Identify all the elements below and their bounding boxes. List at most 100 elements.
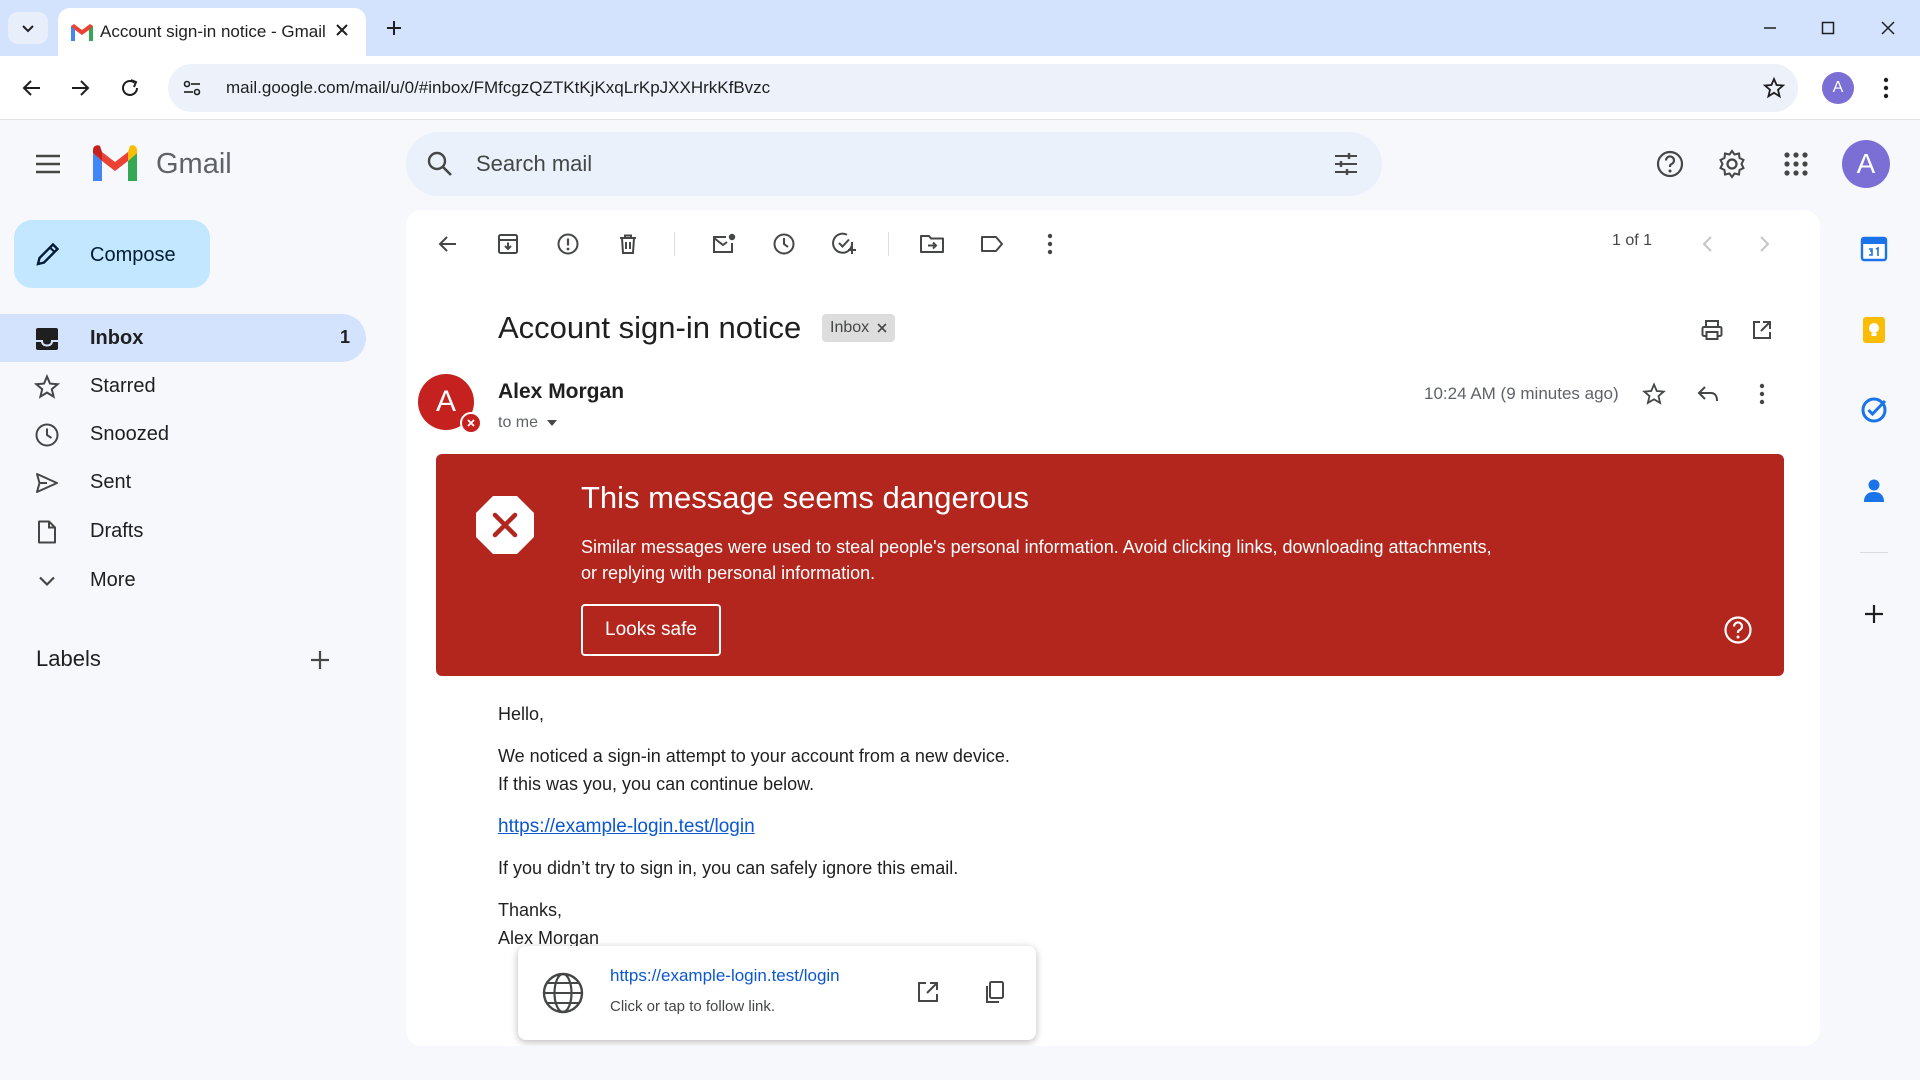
star-message-button[interactable] (1638, 378, 1670, 410)
print-all-button[interactable] (1696, 314, 1728, 346)
sidebar-item-sent[interactable]: Sent (0, 458, 366, 506)
minimize-icon (1764, 27, 1776, 29)
star-icon (1642, 382, 1666, 405)
archive-button[interactable] (490, 226, 526, 262)
open-link-button[interactable] (912, 976, 944, 1008)
add-task-icon (832, 232, 856, 254)
hamburger-icon (36, 154, 60, 174)
link-preview-popup: https://example-login.test/login Click o… (518, 946, 1036, 1040)
snooze-button[interactable] (766, 226, 802, 262)
browser-forward-button[interactable] (62, 70, 98, 106)
move-to-button[interactable] (914, 226, 950, 262)
sidebar-item-drafts[interactable]: Drafts (0, 507, 366, 555)
looks-safe-button[interactable]: Looks safe (581, 604, 721, 656)
labels-button[interactable] (974, 226, 1010, 262)
newer-button[interactable] (1692, 226, 1724, 262)
tab-search-button[interactable] (8, 12, 48, 44)
gmail-logo-icon (93, 145, 137, 181)
chevron-right-icon (1760, 236, 1770, 252)
suspicious-link[interactable]: https://example-login.test/login (498, 816, 755, 838)
more-actions-button[interactable] (1032, 226, 1068, 262)
sidebar-item-label: Snoozed (90, 423, 169, 445)
add-to-tasks-button[interactable] (826, 226, 862, 262)
message-more-button[interactable] (1746, 378, 1778, 410)
delete-button[interactable] (610, 226, 646, 262)
browser-reload-button[interactable] (112, 70, 148, 106)
maximize-window-button[interactable] (1806, 10, 1850, 46)
account-avatar[interactable]: A (1842, 140, 1890, 188)
keep-app-button[interactable] (1856, 312, 1892, 348)
sidebar-item-starred[interactable]: Starred (0, 362, 366, 410)
search-input[interactable] (476, 144, 1276, 184)
calendar-app-button[interactable] (1856, 230, 1892, 266)
search-options-icon[interactable] (1332, 150, 1360, 178)
sidebar-item-inbox[interactable]: Inbox 1 (0, 314, 366, 362)
inbox-icon (36, 328, 58, 350)
report-spam-button[interactable] (550, 226, 586, 262)
close-icon[interactable] (877, 323, 887, 333)
sidebar-item-label: Inbox (90, 327, 144, 349)
sender-name[interactable]: Alex Morgan (498, 380, 624, 404)
mark-unread-button[interactable] (706, 226, 742, 262)
sidebar-item-more[interactable]: More (0, 556, 366, 604)
calendar-icon (1860, 236, 1888, 262)
browser-menu-button[interactable] (1874, 72, 1898, 104)
archive-icon (498, 234, 518, 254)
older-button[interactable] (1748, 226, 1780, 262)
address-bar[interactable]: mail.google.com/mail/u/0/#inbox/FMfcgzQZ… (168, 64, 1798, 112)
reply-icon (1697, 386, 1718, 402)
warning-title: This message seems dangerous (581, 480, 1030, 515)
site-settings-icon[interactable] (180, 76, 204, 100)
support-button[interactable] (1652, 146, 1688, 182)
caret-down-icon (547, 420, 558, 426)
search-icon[interactable] (426, 150, 454, 178)
clock-icon (35, 423, 59, 447)
plus-icon (1865, 605, 1883, 623)
toolbar-divider (674, 232, 675, 256)
browser-back-button[interactable] (14, 70, 50, 106)
new-tab-button[interactable] (380, 14, 408, 42)
contacts-app-button[interactable] (1856, 472, 1892, 508)
gmail-favicon-icon (71, 24, 93, 41)
chevron-down-icon (22, 25, 34, 33)
compose-button[interactable]: Compose (14, 220, 210, 288)
close-icon (1881, 21, 1895, 35)
google-apps-button[interactable] (1778, 146, 1814, 182)
sidebar-item-snoozed[interactable]: Snoozed (0, 410, 366, 458)
close-window-button[interactable] (1866, 10, 1910, 46)
copy-link-button[interactable] (978, 976, 1010, 1008)
main-menu-button[interactable] (30, 146, 66, 182)
labels-heading: Labels (36, 646, 101, 671)
gmail-wordmark: Gmail (156, 148, 232, 180)
pagination-text: 1 of 1 (1612, 232, 1653, 249)
open-in-new-icon (1753, 321, 1771, 339)
move-folder-icon (920, 235, 944, 253)
address-url[interactable]: mail.google.com/mail/u/0/#inbox/FMfcgzQZ… (226, 78, 770, 98)
help-icon[interactable] (1722, 614, 1754, 646)
close-tab-button[interactable] (332, 20, 352, 40)
send-icon (36, 473, 58, 493)
recipient-text: to me (498, 414, 539, 431)
reply-button[interactable] (1692, 378, 1724, 410)
open-new-window-button[interactable] (1746, 314, 1778, 346)
compose-label: Compose (90, 244, 176, 266)
browser-tab[interactable]: Account sign-in notice - Gmail (58, 8, 366, 56)
back-to-inbox-button[interactable] (430, 226, 466, 262)
link-preview-url[interactable]: https://example-login.test/login (610, 966, 840, 986)
search-bar[interactable] (406, 132, 1382, 196)
open-in-new-icon (918, 982, 938, 1002)
minimize-window-button[interactable] (1748, 10, 1792, 46)
browser-profile-avatar[interactable]: A (1822, 72, 1854, 104)
tasks-app-button[interactable] (1856, 392, 1892, 428)
inbox-label-chip[interactable]: Inbox (822, 314, 896, 342)
pencil-icon (36, 242, 60, 266)
body-greeting: Hello, (498, 704, 545, 724)
settings-button[interactable] (1714, 146, 1750, 182)
bookmark-star-icon[interactable] (1762, 76, 1786, 100)
get-add-ons-button[interactable] (1856, 596, 1892, 632)
browser-toolbar: mail.google.com/mail/u/0/#inbox/FMfcgzQZ… (0, 56, 1920, 120)
add-label-button[interactable] (306, 646, 334, 674)
sidebar-item-label: Drafts (90, 520, 144, 542)
recipient-details[interactable]: to me (498, 414, 558, 432)
report-icon (557, 233, 579, 255)
